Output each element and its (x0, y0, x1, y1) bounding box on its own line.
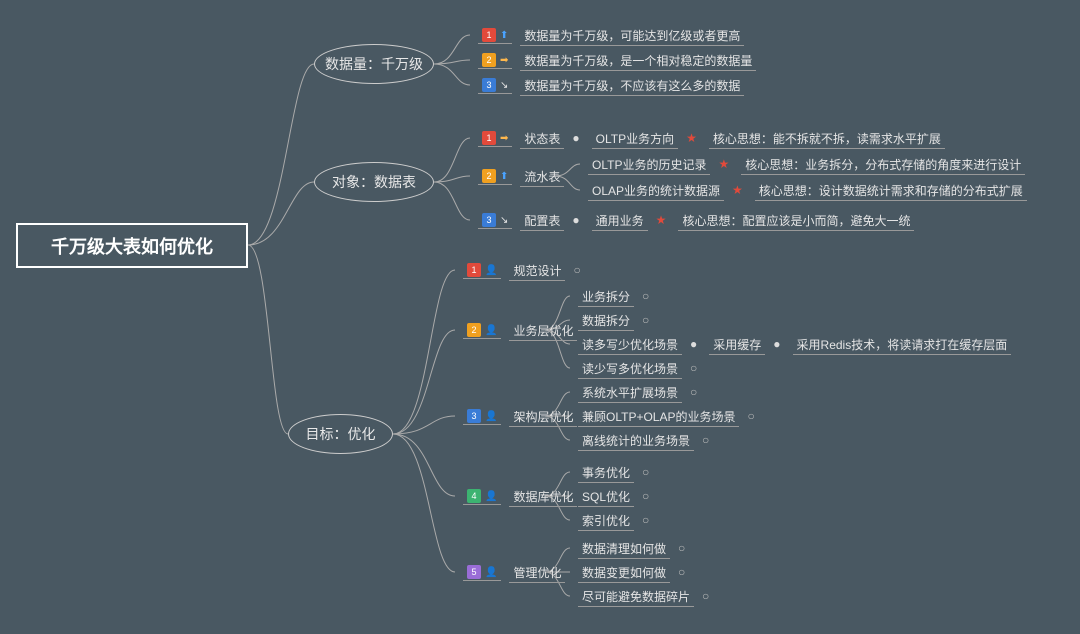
b2-row2[interactable]: 2⬆ 流水表 (470, 165, 564, 187)
b3-n3-c2[interactable]: 离线统计的业务场景○ (570, 429, 709, 451)
b1-row3[interactable]: 3↘ 数据量为千万级，不应该有这么多的数据 (470, 74, 744, 96)
b3-n5[interactable]: 5👤 管理优化 (455, 561, 565, 583)
node-object[interactable]: 对象：数据表 (314, 162, 434, 202)
b3-n3-c0[interactable]: 系统水平扩展场景○ (570, 381, 697, 403)
b3-n5-c0[interactable]: 数据清理如何做○ (570, 537, 685, 559)
b2-row1[interactable]: 1➡ 状态表 ●OLTP业务方向 ★核心思想：能不拆就不拆，读需求水平扩展 (470, 127, 945, 149)
node-target[interactable]: 目标：优化 (288, 414, 393, 454)
b3-n2-c0[interactable]: 业务拆分○ (570, 285, 649, 307)
b3-n5-c2[interactable]: 尽可能避免数据碎片○ (570, 585, 709, 607)
b3-n5-c1[interactable]: 数据变更如何做○ (570, 561, 685, 583)
b3-n4-c2[interactable]: 索引优化○ (570, 509, 649, 531)
b3-n1[interactable]: 1👤 规范设计○ (455, 259, 581, 281)
b3-n2-c1[interactable]: 数据拆分○ (570, 309, 649, 331)
b3-n4-c0[interactable]: 事务优化○ (570, 461, 649, 483)
b2-row2a[interactable]: OLTP业务的历史记录 ★核心思想：业务拆分，分布式存储的角度来进行设计 (580, 153, 1025, 175)
root-node[interactable]: 千万级大表如何优化 (16, 223, 248, 268)
b3-n3[interactable]: 3👤 架构层优化 (455, 405, 577, 427)
b3-n2[interactable]: 2👤 业务层优化 (455, 319, 577, 341)
b3-n3-c1[interactable]: 兼顾OLTP+OLAP的业务场景○ (570, 405, 755, 427)
b1-row1[interactable]: 1⬆ 数据量为千万级，可能达到亿级或者更高 (470, 24, 744, 46)
b2-row3[interactable]: 3↘ 配置表 ●通用业务 ★核心思想：配置应该是小而简，避免大一统 (470, 209, 914, 231)
node-data-volume[interactable]: 数据量：千万级 (314, 44, 434, 84)
root-label: 千万级大表如何优化 (51, 233, 213, 259)
b3-n4[interactable]: 4👤 数据库优化 (455, 485, 577, 507)
b3-n2-c3[interactable]: 读少写多优化场景○ (570, 357, 697, 379)
b3-n2-c2[interactable]: 读多写少优化场景 ●采用缓存 ●采用Redis技术，将读请求打在缓存层面 (570, 333, 1011, 355)
b2-row2b[interactable]: OLAP业务的统计数据源 ★核心思想：设计数据统计需求和存储的分布式扩展 (580, 179, 1027, 201)
b3-n4-c1[interactable]: SQL优化○ (570, 485, 649, 507)
b1-row2[interactable]: 2➡ 数据量为千万级，是一个相对稳定的数据量 (470, 49, 756, 71)
